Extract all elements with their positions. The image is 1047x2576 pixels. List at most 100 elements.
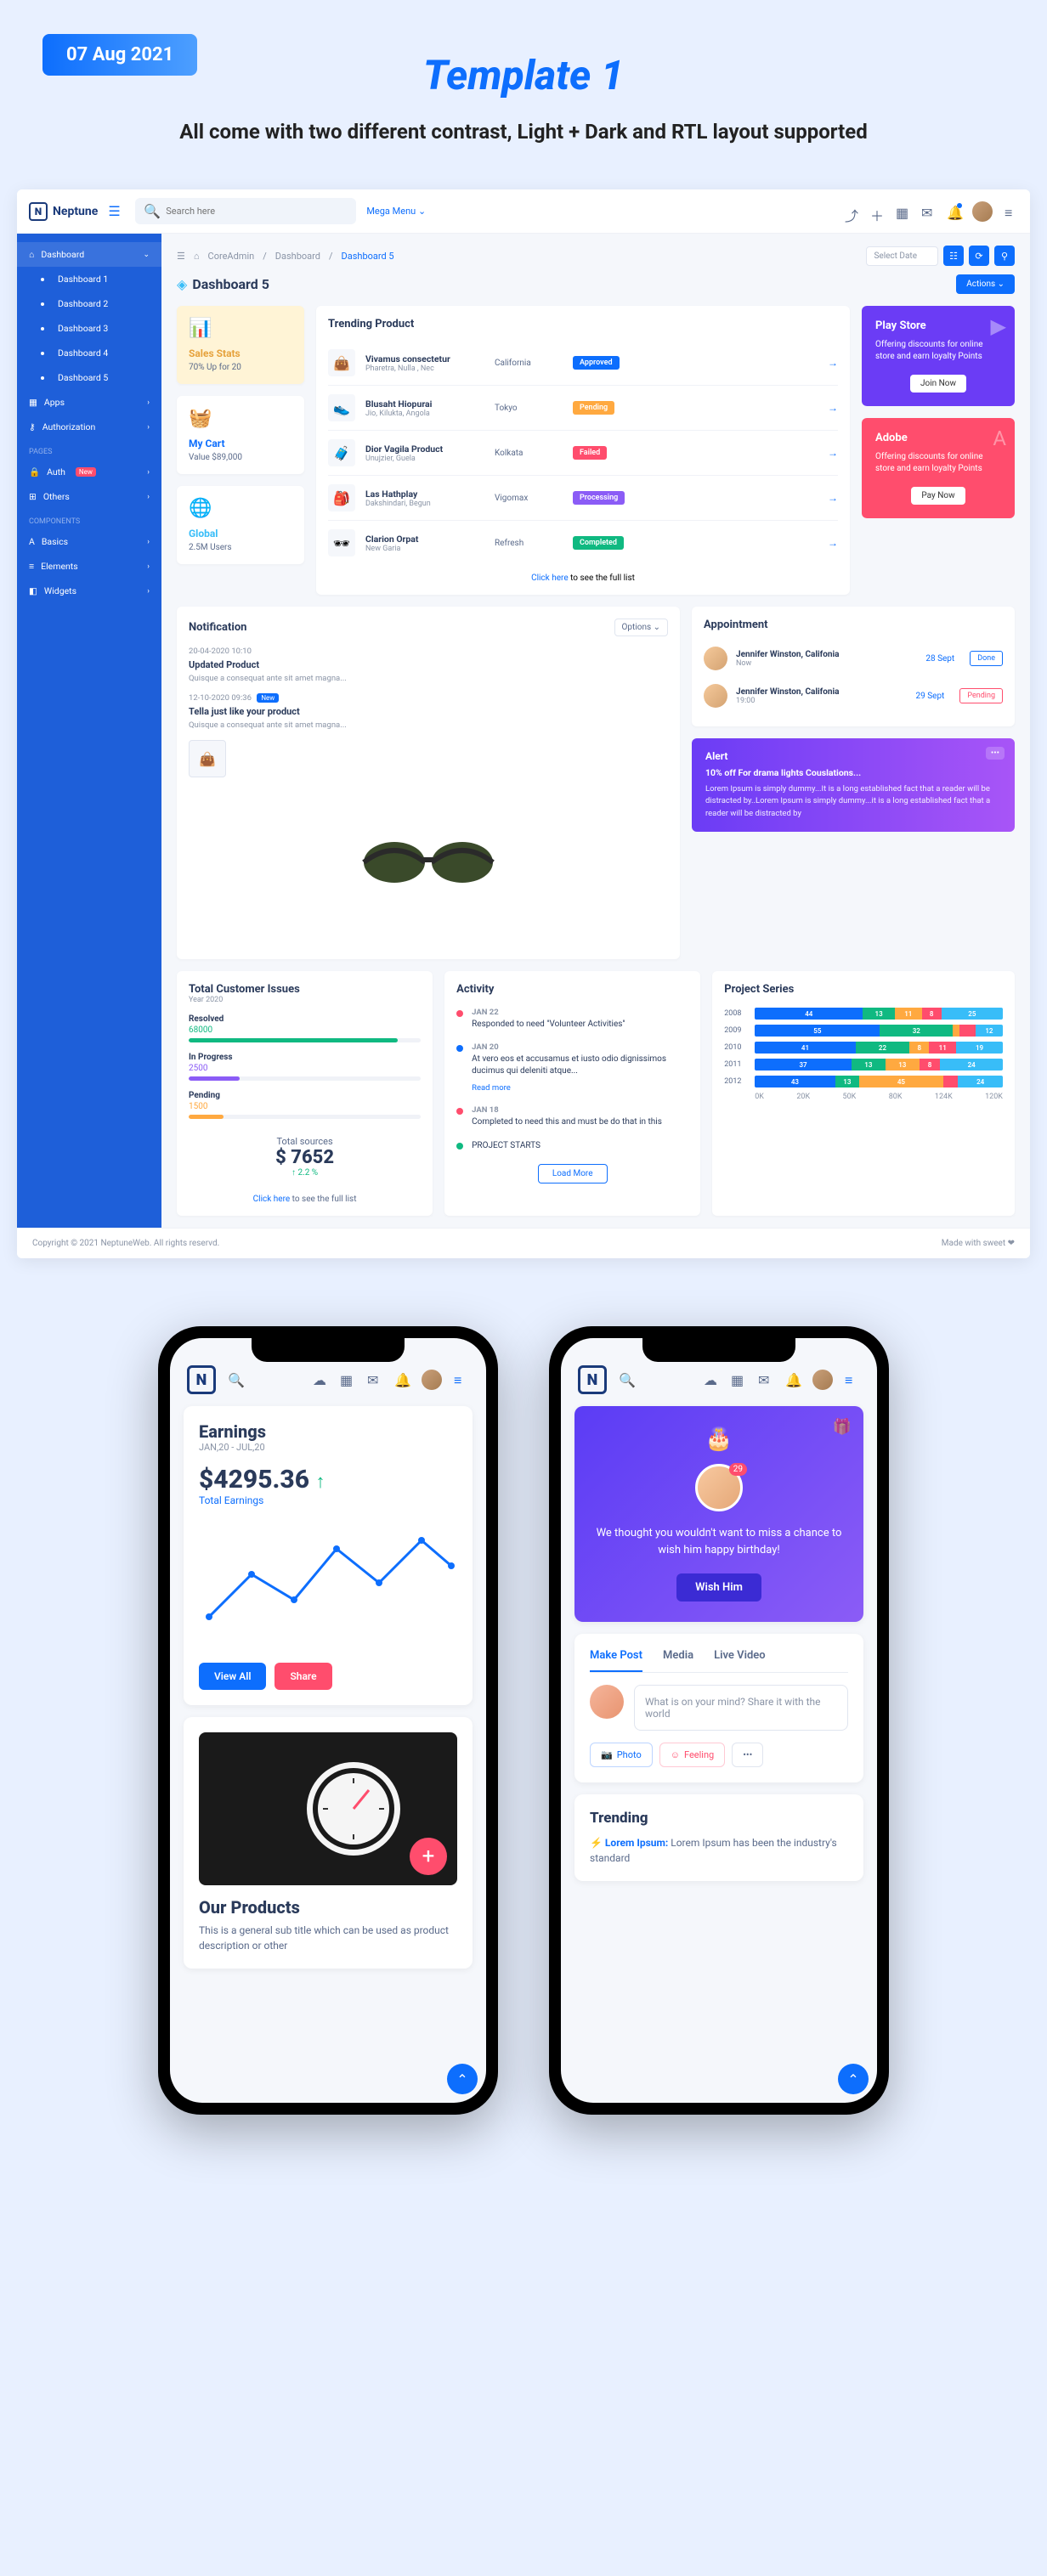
filter-button[interactable]: ⚲	[994, 246, 1015, 266]
actions-button[interactable]: Actions ⌄	[956, 274, 1015, 294]
user-avatar[interactable]	[972, 201, 993, 222]
stat-card[interactable]: 🧺My CartValue $89,000	[177, 396, 304, 474]
view-all-button[interactable]: View All	[199, 1663, 266, 1690]
add-fab[interactable]: +	[410, 1838, 447, 1875]
tab[interactable]: Make Post	[590, 1649, 642, 1672]
activity-item: PROJECT STARTS	[456, 1140, 688, 1152]
sidebar-item[interactable]: ⊞Others›	[17, 484, 161, 509]
sidebar-item[interactable]: ≡Elements›	[17, 554, 161, 579]
appointment-row[interactable]: Jennifer Winston, Califonia19:0029 SeptP…	[704, 677, 1003, 715]
sidebar-subitem[interactable]: Dashboard 4	[17, 341, 161, 365]
mail-icon[interactable]: ✉	[367, 1372, 382, 1387]
mail-icon[interactable]: ✉	[758, 1372, 773, 1387]
search-input-wrap[interactable]: 🔍	[135, 198, 356, 224]
copyright: Copyright © 2021 NeptuneWeb. All rights …	[32, 1239, 219, 1248]
date-select[interactable]: Select Date	[866, 246, 938, 266]
sidebar-item[interactable]: ▦Apps›	[17, 390, 161, 415]
earnings-card: Earnings JAN,20 - JUL,20 $4295.36 ↑ Tota…	[184, 1406, 473, 1705]
stat-card[interactable]: 🌐Global2.5M Users	[177, 486, 304, 564]
chart-row: 201243134524	[724, 1076, 1003, 1087]
menu-icon[interactable]: ≡	[845, 1372, 860, 1387]
alert-menu[interactable]: •••	[986, 747, 1005, 760]
issue-item: Resolved68000	[189, 1014, 421, 1042]
breadcrumb-item[interactable]: Dashboard	[275, 251, 320, 262]
phone-logo-icon[interactable]: N	[578, 1365, 607, 1394]
sidebar-subitem[interactable]: Dashboard 3	[17, 316, 161, 341]
notif-thumb[interactable]: 👜	[189, 740, 226, 777]
calendar-button[interactable]: ☷	[943, 246, 964, 266]
issues-card: Total Customer Issues Year 2020 Resolved…	[177, 971, 433, 1216]
total-sources-value: $ 7652	[189, 1147, 421, 1168]
mail-icon[interactable]: ✉	[921, 205, 935, 218]
trending-row[interactable]: 🕶Clarion OrpatNew GariaRefreshCompleted→	[328, 521, 838, 565]
search-icon[interactable]: 🔍	[228, 1372, 243, 1387]
stat-card[interactable]: 📊Sales Stats70% Up for 20	[177, 306, 304, 384]
sidebar-item[interactable]: ABasics›	[17, 529, 161, 554]
tab[interactable]: Media	[663, 1649, 693, 1672]
bell-icon[interactable]: 🔔	[947, 205, 960, 218]
menu-icon[interactable]: ≡	[454, 1372, 469, 1387]
trending-row[interactable]: 🧳Dior Vagila ProductUnujzier, GuelaKolka…	[328, 431, 838, 476]
scroll-top-button[interactable]: ⌃	[838, 2064, 869, 2094]
bell-icon[interactable]: 🔔	[785, 1372, 801, 1387]
share-button[interactable]: Share	[274, 1663, 331, 1690]
sidebar-item[interactable]: 🔒AuthNew›	[17, 460, 161, 484]
tab[interactable]: Live Video	[714, 1649, 766, 1672]
notification-title: Notification	[189, 621, 246, 634]
grid-icon[interactable]: ▦	[731, 1372, 746, 1387]
add-icon[interactable]: ＋	[870, 205, 884, 218]
sidebar-subitem[interactable]: Dashboard 2	[17, 291, 161, 316]
promo-button[interactable]: Pay Now	[911, 487, 965, 505]
wish-button[interactable]: Wish Him	[676, 1573, 761, 1602]
settings-icon[interactable]: ≡	[1005, 205, 1018, 218]
birthday-text: We thought you wouldn't want to miss a c…	[591, 1525, 846, 1558]
logo-icon: N	[29, 202, 48, 221]
notification-options[interactable]: Options ⌄	[614, 619, 668, 636]
trending-item[interactable]: ⚡ Lorem Ipsum: Lorem Ipsum has been the …	[590, 1835, 848, 1866]
phone-mockup-2: N 🔍 ☁ ▦ ✉ 🔔 ≡ 🎁 🎂 We thought you	[549, 1326, 889, 2115]
sidebar-item[interactable]: ⚷Authorization›	[17, 415, 161, 439]
notification-item[interactable]: 20-04-2020 10:10Updated ProductQuisque a…	[189, 647, 668, 683]
grid-icon[interactable]: ▦	[340, 1372, 355, 1387]
home-icon[interactable]: ⌂	[194, 251, 200, 262]
cloud-icon[interactable]: ☁	[704, 1372, 719, 1387]
feeling-chip[interactable]: ☺ Feeling	[659, 1743, 725, 1767]
search-icon[interactable]: 🔍	[619, 1372, 634, 1387]
cloud-icon[interactable]: ☁	[313, 1372, 328, 1387]
sidebar-item[interactable]: ⌂Dashboard⌄	[17, 242, 161, 267]
trending-title: Trending Product	[328, 318, 838, 330]
issues-full-link[interactable]: Click here	[253, 1195, 291, 1204]
issues-year: Year 2020	[189, 996, 421, 1004]
appointment-row[interactable]: Jennifer Winston, CalifoniaNow28 SeptDon…	[704, 640, 1003, 677]
trending-row[interactable]: 👜Vivamus consecteturPharetra, Nulla , Ne…	[328, 341, 838, 386]
search-input[interactable]	[166, 206, 348, 217]
more-chip[interactable]: •••	[732, 1743, 763, 1767]
scroll-top-button[interactable]: ⌃	[447, 2064, 478, 2094]
brand-logo[interactable]: N Neptune	[29, 202, 98, 221]
mega-menu-link[interactable]: Mega Menu ⌄	[366, 206, 426, 217]
load-more-button[interactable]: Load More	[538, 1164, 608, 1183]
phone-avatar[interactable]	[422, 1370, 442, 1390]
issue-item: Pending1500	[189, 1091, 421, 1119]
grid-icon[interactable]: ▦	[896, 205, 909, 218]
breadcrumb-item[interactable]: CoreAdmin	[208, 251, 255, 262]
products-subtitle: This is a general sub title which can be…	[199, 1923, 457, 1953]
sidebar-item[interactable]: ◧Widgets›	[17, 579, 161, 603]
trending-full-link[interactable]: Click here	[531, 573, 569, 583]
phone-logo-icon[interactable]: N	[187, 1365, 216, 1394]
upload-icon[interactable]: ⤴	[845, 205, 858, 218]
notification-item[interactable]: 12-10-2020 09:36 NewTella just like your…	[189, 693, 668, 730]
menu-toggle-icon[interactable]: ☰	[108, 203, 125, 220]
dashboard-topbar: N Neptune ☰ 🔍 Mega Menu ⌄ ⤴ ＋ ▦ ✉ 🔔 ≡	[17, 189, 1030, 234]
promo-button[interactable]: Join Now	[910, 375, 966, 393]
photo-chip[interactable]: 📷 Photo	[590, 1743, 653, 1767]
sidebar-subitem[interactable]: Dashboard 1	[17, 267, 161, 291]
refresh-button[interactable]: ⟳	[969, 246, 989, 266]
sidebar-subitem[interactable]: Dashboard 5	[17, 365, 161, 390]
trending-row[interactable]: 👟Blusaht HiopuraiJio, Kilukta, AngolaTok…	[328, 386, 838, 431]
menu-icon[interactable]: ☰	[177, 251, 185, 262]
trending-row[interactable]: 🎒Las HathplayDakshindari, BegunVigomaxPr…	[328, 476, 838, 521]
bell-icon[interactable]: 🔔	[394, 1372, 410, 1387]
post-input[interactable]: What is on your mind? Share it with the …	[634, 1685, 848, 1731]
phone-avatar[interactable]	[812, 1370, 833, 1390]
